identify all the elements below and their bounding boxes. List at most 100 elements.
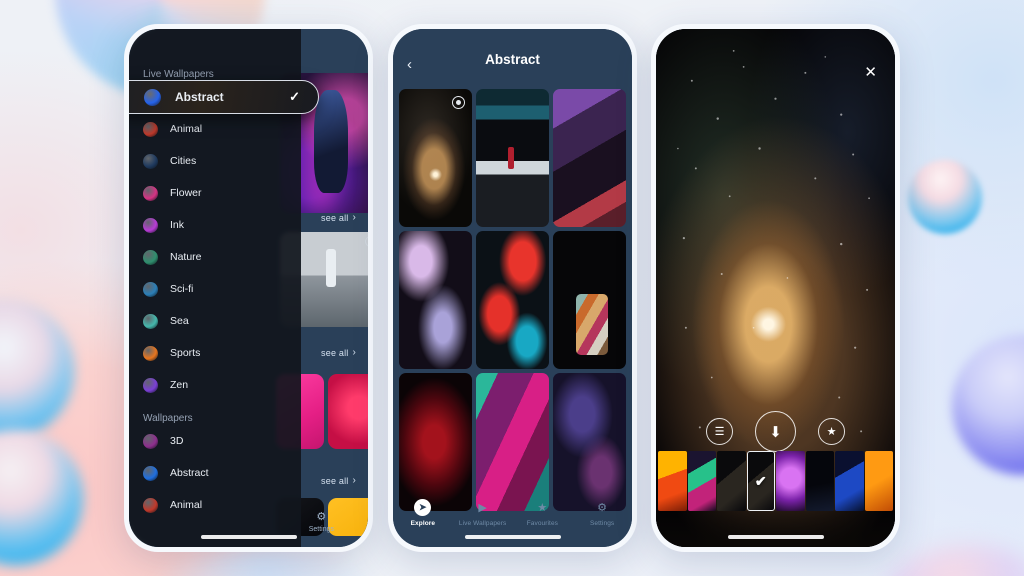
category-icon: [143, 345, 158, 361]
drawer-item-label: Abstract: [170, 467, 209, 479]
drawer-item-sea[interactable]: Sea: [129, 305, 189, 337]
check-icon: ✓: [289, 89, 300, 104]
drawer-item-label: Nature: [170, 251, 202, 263]
thumbnail-strip[interactable]: ✔: [656, 451, 895, 511]
download-icon: ⬇: [769, 423, 782, 441]
play-circle-icon: ▶: [478, 502, 487, 514]
check-icon: ✔: [754, 472, 767, 489]
drawer-item-nature[interactable]: Nature: [129, 241, 202, 273]
category-icon: [144, 88, 161, 106]
thumb-orange-bloom[interactable]: [658, 451, 687, 511]
thumb-violet-glow[interactable]: [776, 451, 805, 511]
category-icon: [143, 497, 158, 513]
drawer-item-ink[interactable]: Ink: [129, 209, 184, 241]
wallpaper-tile[interactable]: [399, 231, 472, 369]
wallpaper-tile[interactable]: [476, 373, 549, 511]
nav-item-explore[interactable]: ➤ Explore: [393, 499, 453, 527]
live-badge-icon: [365, 236, 368, 247]
category-icon: [143, 185, 158, 201]
drawer-item-zen[interactable]: Zen: [129, 369, 188, 401]
home-indicator: [200, 535, 297, 539]
thumb-amber-glow[interactable]: [864, 451, 893, 511]
adjust-button[interactable]: ☰: [706, 418, 733, 445]
category-icon: [143, 121, 158, 137]
favourite-button[interactable]: ★: [818, 418, 845, 445]
nav-item-label: Live Wallpapers: [458, 520, 507, 527]
drawer-item-label: Cities: [170, 155, 197, 167]
thumb-night-sky[interactable]: [805, 451, 834, 511]
phone-mockup-grid: ‹ Abstract ➤ Explore ▶ Live Wallpapers ★ Favo…: [388, 24, 637, 552]
see-all-label: see all: [321, 475, 349, 486]
featured-card-4[interactable]: [328, 374, 368, 449]
drawer-item-cities[interactable]: Cities: [129, 145, 196, 177]
see-all-row-3[interactable]: see all ›: [321, 475, 356, 486]
see-all-label: see all: [321, 347, 349, 358]
thumb-galaxy-swirl[interactable]: ✔: [746, 451, 775, 511]
wallpaper-tile[interactable]: [553, 373, 626, 511]
nav-item-live-wallpapers[interactable]: ▶ Live Wallpapers: [453, 499, 513, 527]
drawer-item-label: Animal: [170, 123, 203, 135]
nav-item-favourites[interactable]: ★ Favourites: [513, 499, 573, 527]
drawer-item-label: 3D: [170, 435, 184, 447]
drawer-item-abstract[interactable]: Abstract ✓: [129, 80, 319, 114]
drawer-item-label: Abstract: [175, 90, 224, 104]
nav-item-label: Settings: [589, 520, 615, 527]
nav-item-label: Settings: [308, 525, 334, 533]
drawer-item-label: Sea: [170, 315, 189, 327]
compass-icon: ➤: [414, 499, 432, 516]
screen-header: ‹ Abstract: [393, 29, 632, 89]
thumb-dark-texture[interactable]: [717, 451, 746, 511]
nav-item-settings[interactable]: ⚙ Settings: [309, 510, 334, 533]
star-icon: ★: [537, 502, 548, 514]
thumb-blue-neon[interactable]: [835, 451, 864, 511]
nav-item-settings[interactable]: ⚙ Settings: [572, 499, 632, 527]
wallpaper-tile[interactable]: [553, 89, 626, 227]
adjust-icon: ☰: [714, 426, 725, 438]
gear-icon: ⚙: [597, 502, 608, 514]
page-title: Abstract: [485, 51, 540, 67]
drawer-item-label: Flower: [170, 187, 202, 199]
drawer-item-animal[interactable]: Animal: [129, 113, 202, 145]
category-drawer: Live Wallpapers Abstract ✓ Animal Cities Flow…: [129, 29, 319, 547]
category-icon: [143, 313, 158, 329]
category-icon: [143, 465, 158, 481]
drawer-item-3d[interactable]: 3D: [129, 425, 183, 457]
see-all-row-1[interactable]: see all ›: [321, 212, 356, 223]
bottom-fade-overlay: [656, 511, 895, 547]
gear-icon: ⚙: [316, 510, 327, 523]
drawer-item-sports[interactable]: Sports: [129, 337, 200, 369]
chevron-right-icon: ›: [352, 212, 356, 223]
preview-screen: ✕ ☰ ⬇ ★ ✔: [656, 29, 895, 547]
nav-item-label: Explore: [410, 520, 436, 527]
wallpaper-tile[interactable]: [399, 373, 472, 511]
category-icon: [143, 249, 158, 265]
abstract-screen: ‹ Abstract ➤ Explore ▶ Live Wallpapers ★ Favo…: [393, 29, 632, 547]
close-icon[interactable]: ✕: [864, 65, 877, 80]
phone-1-screen: see all › see all › see all › ⚙ Settings…: [129, 29, 368, 547]
live-badge-icon: [452, 96, 465, 109]
wallpaper-tile[interactable]: [476, 89, 549, 227]
see-all-row-2[interactable]: see all ›: [321, 347, 356, 358]
preview-action-bar: ☰ ⬇ ★: [656, 411, 895, 452]
home-indicator: [727, 535, 824, 539]
download-button[interactable]: ⬇: [755, 411, 796, 452]
phone-mockup-preview: ✕ ☰ ⬇ ★ ✔: [651, 24, 900, 552]
chevron-right-icon: ›: [352, 347, 356, 358]
background-blob-right-top: [908, 160, 982, 234]
drawer-item-sci-fi[interactable]: Sci-fi: [129, 273, 193, 305]
category-icon: [143, 377, 158, 393]
drawer-item-animal[interactable]: Animal: [129, 489, 202, 521]
phone-mockup-drawer: see all › see all › see all › ⚙ Settings…: [124, 24, 373, 552]
wallpaper-tile[interactable]: [399, 89, 472, 227]
drawer-item-abstract[interactable]: Abstract: [129, 457, 209, 489]
thumb-neon-abstract[interactable]: [687, 451, 716, 511]
home-indicator: [464, 535, 561, 539]
back-icon[interactable]: ‹: [407, 57, 412, 72]
wallpaper-tile[interactable]: [553, 231, 626, 369]
drawer-item-label: Ink: [170, 219, 185, 231]
wallpaper-tile[interactable]: [476, 231, 549, 369]
nav-item-label: Favourites: [526, 520, 559, 527]
drawer-item-flower[interactable]: Flower: [129, 177, 202, 209]
favourite-icon: ★: [826, 426, 837, 438]
chevron-right-icon: ›: [352, 475, 356, 486]
